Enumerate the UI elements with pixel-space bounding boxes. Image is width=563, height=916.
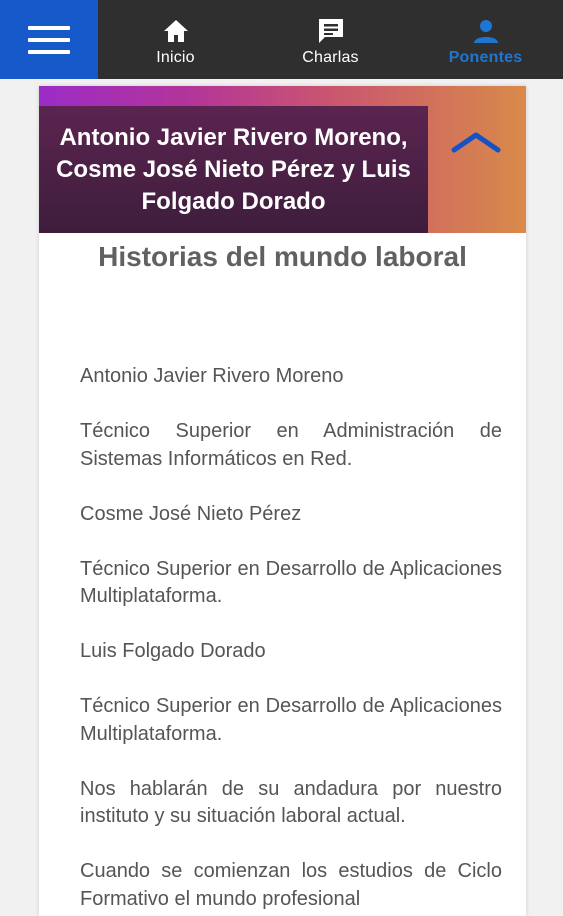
- tab-label-inicio: Inicio: [156, 48, 195, 66]
- speaker-degree-3: Técnico Superior en Desarrollo de Aplica…: [80, 695, 502, 745]
- talk-description: Antonio Javier Rivero Moreno Técnico Sup…: [39, 273, 526, 913]
- chevron-up-icon[interactable]: [450, 124, 502, 160]
- speaker-degree-2: Técnico Superior en Desarrollo de Aplica…: [80, 557, 502, 608]
- speaker-card: Antonio Javier Rivero Moreno, Cosme José…: [39, 86, 526, 916]
- speaker-name-1: Antonio Javier Rivero Moreno: [80, 365, 344, 387]
- talk-summary: Nos hablarán de su andadura por nuestro …: [80, 777, 502, 828]
- card-header: Antonio Javier Rivero Moreno, Cosme José…: [39, 86, 526, 233]
- chat-icon: [316, 17, 346, 45]
- talk-title: Historias del mundo laboral: [98, 241, 467, 272]
- speaker-name-2: Cosme José Nieto Pérez: [80, 502, 302, 525]
- top-navigation-bar: Inicio Charlas Ponentes: [0, 0, 563, 79]
- tab-label-charlas: Charlas: [302, 48, 359, 66]
- speaker-names: Antonio Javier Rivero Moreno, Cosme José…: [39, 106, 428, 233]
- hamburger-menu-button[interactable]: [0, 0, 98, 79]
- hamburger-menu-icon: [28, 25, 70, 30]
- tab-ponentes[interactable]: Ponentes: [408, 0, 563, 79]
- tab-inicio[interactable]: Inicio: [98, 0, 253, 79]
- hamburger-line: [28, 49, 70, 54]
- speaker-degree-1: Técnico Superior en Administración de Si…: [80, 420, 502, 470]
- tab-charlas[interactable]: Charlas: [253, 0, 408, 79]
- hamburger-line: [28, 37, 70, 42]
- home-icon: [161, 17, 191, 45]
- person-icon: [471, 17, 501, 45]
- talk-intro-text: Cuando se comienzan los estudios de Cicl…: [80, 860, 502, 910]
- tab-label-ponentes: Ponentes: [448, 48, 523, 66]
- speaker-name-3: Luis Folgado Dorado: [80, 640, 266, 662]
